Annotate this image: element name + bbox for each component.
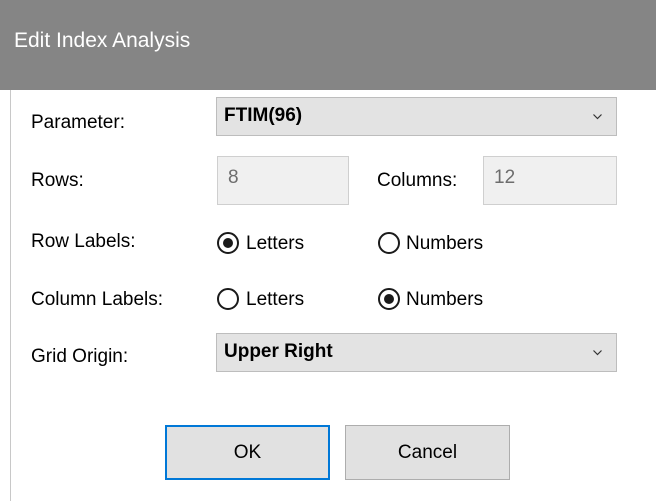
columns-label: Columns:: [377, 170, 458, 191]
rows-label: Rows:: [31, 170, 84, 191]
row-labels-option-numbers[interactable]: Numbers: [406, 233, 483, 255]
dialog-left-frame: [0, 90, 11, 501]
columns-value: 12: [494, 167, 516, 188]
rows-field[interactable]: 8: [217, 156, 349, 205]
radio-selected-icon[interactable]: [378, 288, 400, 310]
grid-origin-label: Grid Origin:: [31, 346, 129, 367]
column-labels-option-numbers[interactable]: Numbers: [406, 289, 483, 311]
columns-field[interactable]: 12: [483, 156, 617, 205]
parameter-dropdown[interactable]: FTIM(96): [216, 97, 617, 136]
radio-selected-icon[interactable]: [217, 232, 239, 254]
row-labels-label: Row Labels:: [31, 231, 136, 252]
column-labels-label: Column Labels:: [31, 289, 164, 310]
radio-unselected-icon[interactable]: [378, 232, 400, 254]
cancel-button[interactable]: Cancel: [345, 425, 510, 480]
chevron-down-icon: [593, 350, 602, 356]
rows-value: 8: [228, 167, 239, 188]
cancel-button-label: Cancel: [397, 441, 458, 463]
ok-button[interactable]: OK: [165, 425, 330, 480]
grid-origin-dropdown[interactable]: Upper Right: [216, 333, 617, 372]
dialog-titlebar[interactable]: Edit Index Analysis: [0, 0, 656, 90]
ok-button-label: OK: [233, 441, 262, 463]
radio-unselected-icon[interactable]: [217, 288, 239, 310]
column-labels-option-letters[interactable]: Letters: [246, 289, 304, 311]
row-labels-option-letters[interactable]: Letters: [246, 233, 304, 255]
grid-origin-value: Upper Right: [224, 341, 333, 362]
dialog-title: Edit Index Analysis: [14, 29, 191, 52]
chevron-down-icon: [593, 114, 602, 120]
parameter-value: FTIM(96): [224, 105, 303, 126]
parameter-label: Parameter:: [31, 112, 125, 133]
